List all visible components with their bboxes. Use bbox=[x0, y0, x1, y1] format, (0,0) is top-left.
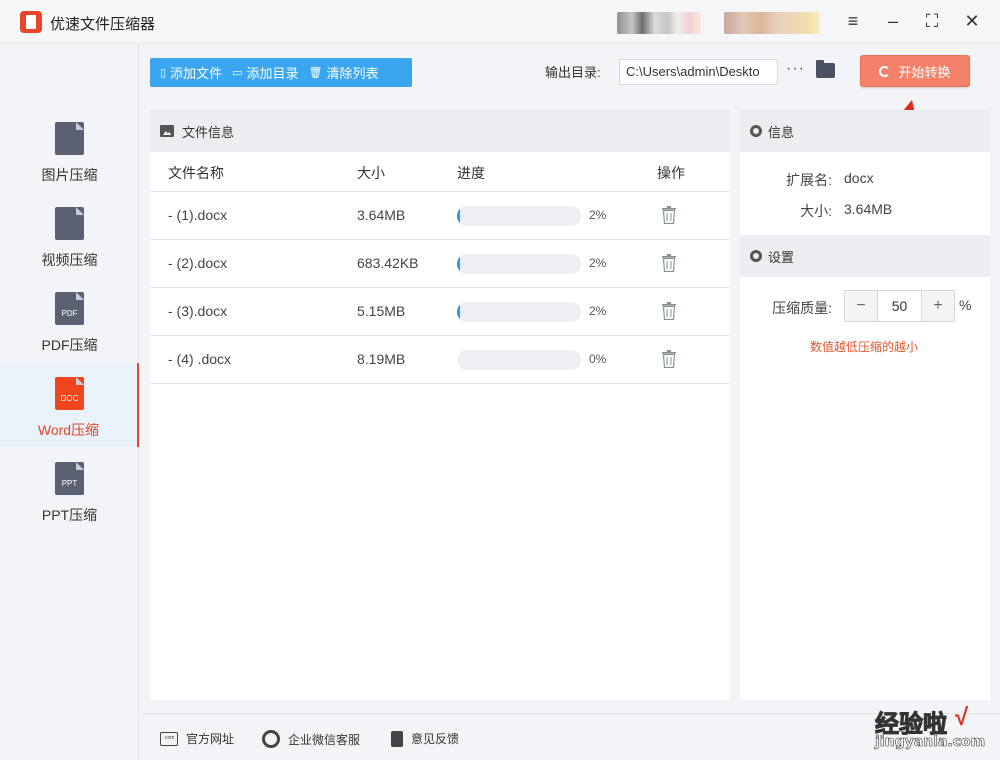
sidebar: 图片压缩 视频压缩 PDF PDF压缩 DOC Word压缩 PPT PPT压缩 bbox=[0, 45, 139, 760]
add-directory-button[interactable]: ▭ 添加目录 bbox=[222, 58, 298, 87]
progress-bar bbox=[457, 350, 581, 370]
title-bar: 优速文件压缩器 ≡ – ⛶ ✕ bbox=[0, 0, 1000, 44]
more-icon[interactable]: ··· bbox=[786, 60, 805, 78]
website-link[interactable]: .com 官方网址 bbox=[160, 730, 234, 747]
wechat-icon bbox=[262, 730, 280, 748]
table-header: 文件名称 大小 进度 操作 bbox=[150, 152, 730, 192]
delete-icon[interactable] bbox=[662, 254, 676, 272]
watermark: 经验啦 √ jingyanla.com bbox=[875, 704, 986, 750]
sidebar-item-pdf[interactable]: PDF PDF压缩 bbox=[0, 278, 139, 362]
file-icon: ▯ bbox=[160, 67, 167, 79]
file-name: - (3).docx bbox=[168, 303, 228, 319]
doc-file-icon: DOC bbox=[55, 377, 84, 410]
gear-icon bbox=[750, 125, 762, 137]
pdf-file-icon: PDF bbox=[55, 292, 84, 325]
table-row[interactable]: - (2).docx 683.42KB 2% bbox=[150, 240, 730, 288]
output-dir-label: 输出目录: bbox=[545, 65, 601, 80]
sidebar-item-word[interactable]: DOC Word压缩 bbox=[0, 363, 139, 447]
progress-bar bbox=[457, 302, 581, 322]
app-logo bbox=[20, 11, 42, 33]
ppt-file-icon: PPT bbox=[55, 462, 84, 495]
gear-icon bbox=[750, 250, 762, 262]
progress-text: 2% bbox=[589, 304, 607, 318]
column-name: 文件名称 bbox=[168, 165, 224, 181]
table-row[interactable]: - (1).docx 3.64MB 2% bbox=[150, 192, 730, 240]
start-convert-button[interactable]: 开始转换 bbox=[860, 55, 970, 87]
close-icon[interactable]: ✕ bbox=[961, 10, 983, 32]
delete-icon[interactable] bbox=[662, 350, 676, 368]
progress-text: 2% bbox=[589, 208, 607, 222]
file-name: - (2).docx bbox=[168, 255, 228, 271]
sidebar-item-label: 图片压缩 bbox=[41, 167, 98, 183]
loading-icon bbox=[879, 65, 891, 77]
sidebar-item-label: Word压缩 bbox=[37, 422, 100, 438]
settings-header: 设置 bbox=[740, 235, 990, 277]
file-size: 5.15MB bbox=[357, 303, 406, 319]
add-file-button[interactable]: ▯ 添加文件 bbox=[150, 58, 222, 87]
size-value: 3.64MB bbox=[844, 201, 893, 217]
progress-fill bbox=[457, 254, 460, 274]
clear-list-button[interactable]: 🗑 清除列表 bbox=[299, 58, 379, 87]
file-size: 3.64MB bbox=[357, 207, 406, 223]
progress-text: 2% bbox=[589, 256, 607, 270]
ext-value: docx bbox=[844, 170, 874, 186]
info-panel: 信息 扩展名: docx 大小: 3.64MB 设置 压缩质量: − 50 + … bbox=[740, 110, 990, 700]
delete-icon[interactable] bbox=[662, 206, 676, 224]
quality-input[interactable]: 50 bbox=[877, 291, 922, 321]
percent-unit: % bbox=[959, 297, 972, 313]
file-size: 683.42KB bbox=[357, 255, 419, 271]
output-dir-field[interactable]: C:\Users\admin\Deskto bbox=[619, 59, 778, 85]
delete-icon[interactable] bbox=[662, 302, 676, 320]
footer: .com 官方网址 企业微信客服 意见反馈 bbox=[140, 713, 1000, 760]
file-info-header: 文件信息 bbox=[150, 110, 730, 152]
feedback-icon bbox=[391, 730, 403, 747]
sidebar-item-video[interactable]: 视频压缩 bbox=[0, 193, 139, 277]
column-progress: 进度 bbox=[457, 165, 485, 181]
file-name: - (1).docx bbox=[168, 207, 228, 223]
progress-bar bbox=[457, 254, 581, 274]
quality-hint: 数值越低压缩的越小 bbox=[810, 340, 919, 354]
folder-icon[interactable] bbox=[816, 60, 835, 78]
website-icon: .com bbox=[160, 731, 178, 746]
file-list-panel: 文件信息 文件名称 大小 进度 操作 - (1).docx 3.64MB 2% - (… bbox=[150, 110, 730, 700]
progress-fill bbox=[457, 302, 460, 322]
file-size: 8.19MB bbox=[357, 351, 406, 367]
blurred-account-info bbox=[617, 12, 701, 34]
trash-icon: 🗑 bbox=[308, 67, 323, 79]
image-icon bbox=[160, 125, 174, 137]
file-name: - (4) .docx bbox=[168, 351, 232, 367]
sidebar-item-image[interactable]: 图片压缩 bbox=[0, 108, 139, 192]
column-action: 操作 bbox=[657, 165, 685, 181]
blurred-account-info bbox=[724, 12, 820, 34]
info-header: 信息 bbox=[740, 110, 990, 152]
maximize-icon[interactable]: ⛶ bbox=[921, 10, 943, 32]
menu-icon[interactable]: ≡ bbox=[842, 10, 864, 32]
app-title: 优速文件压缩器 bbox=[50, 16, 156, 33]
increase-button[interactable]: + bbox=[922, 291, 954, 321]
sidebar-item-ppt[interactable]: PPT PPT压缩 bbox=[0, 448, 139, 532]
image-file-icon bbox=[55, 122, 84, 155]
sidebar-item-label: PDF压缩 bbox=[41, 337, 98, 353]
quality-stepper: − 50 + bbox=[844, 290, 955, 322]
folder-outline-icon: ▭ bbox=[232, 67, 243, 79]
sidebar-item-label: 视频压缩 bbox=[41, 252, 98, 268]
toolbar-button-group: ▯ 添加文件 ▭ 添加目录 🗑 清除列表 bbox=[150, 58, 412, 87]
progress-fill bbox=[457, 206, 460, 226]
video-file-icon bbox=[55, 207, 84, 240]
table-row[interactable]: - (4) .docx 8.19MB 0% bbox=[150, 336, 730, 384]
sidebar-item-label: PPT压缩 bbox=[41, 507, 98, 523]
column-size: 大小 bbox=[357, 165, 385, 181]
progress-bar bbox=[457, 206, 581, 226]
progress-text: 0% bbox=[589, 352, 607, 366]
minimize-icon[interactable]: – bbox=[882, 10, 904, 32]
wechat-service-link[interactable]: 企业微信客服 bbox=[262, 730, 360, 748]
decrease-button[interactable]: − bbox=[845, 291, 877, 321]
table-row[interactable]: - (3).docx 5.15MB 2% bbox=[150, 288, 730, 336]
feedback-link[interactable]: 意见反馈 bbox=[391, 730, 459, 747]
